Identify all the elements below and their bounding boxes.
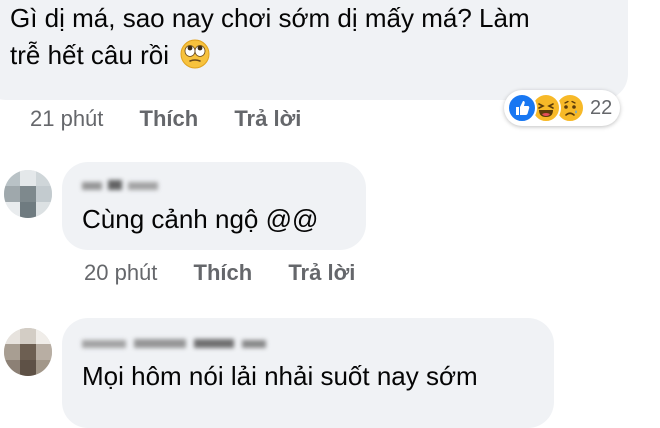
avatar[interactable] [4,328,52,376]
comment-bubble-3: Mọi hôm nói lải nhải suốt nay sớm [62,318,554,428]
rolling-eyes-emoji-icon [180,39,210,79]
like-button[interactable]: Thích [140,106,199,132]
reply-button[interactable]: Trả lời [288,260,355,286]
avatar[interactable] [4,170,52,218]
comment-actions-1: 21 phút Thích Trả lời [30,106,301,132]
comment-bubble-2: Cùng cảnh ngộ @@ [62,162,366,250]
reply-button[interactable]: Trả lời [234,106,301,132]
comment-text: Mọi hôm nói lải nhải suốt nay sớm [82,361,478,391]
comment-actions-2: 20 phút Thích Trả lời [84,260,355,286]
comment-text-line-1: Gì dị má, sao nay chơi sớm dị mấy má? Là… [10,3,530,33]
like-reaction-icon [507,93,537,123]
comment-timestamp[interactable]: 21 phút [30,106,103,132]
comment-bubble-1: Gì dị má, sao nay chơi sớm dị mấy má? Là… [0,0,628,100]
reaction-count: 22 [590,96,613,119]
comment-author[interactable] [82,174,174,196]
like-button[interactable]: Thích [194,260,253,286]
comment-text-line-2: trễ hết câu rồi [10,37,628,79]
comment-text: Cùng cảnh ngộ @@ [82,204,319,234]
reaction-summary[interactable]: 22 [504,90,621,126]
comment-timestamp[interactable]: 20 phút [84,260,157,286]
comment-author[interactable] [82,332,302,354]
